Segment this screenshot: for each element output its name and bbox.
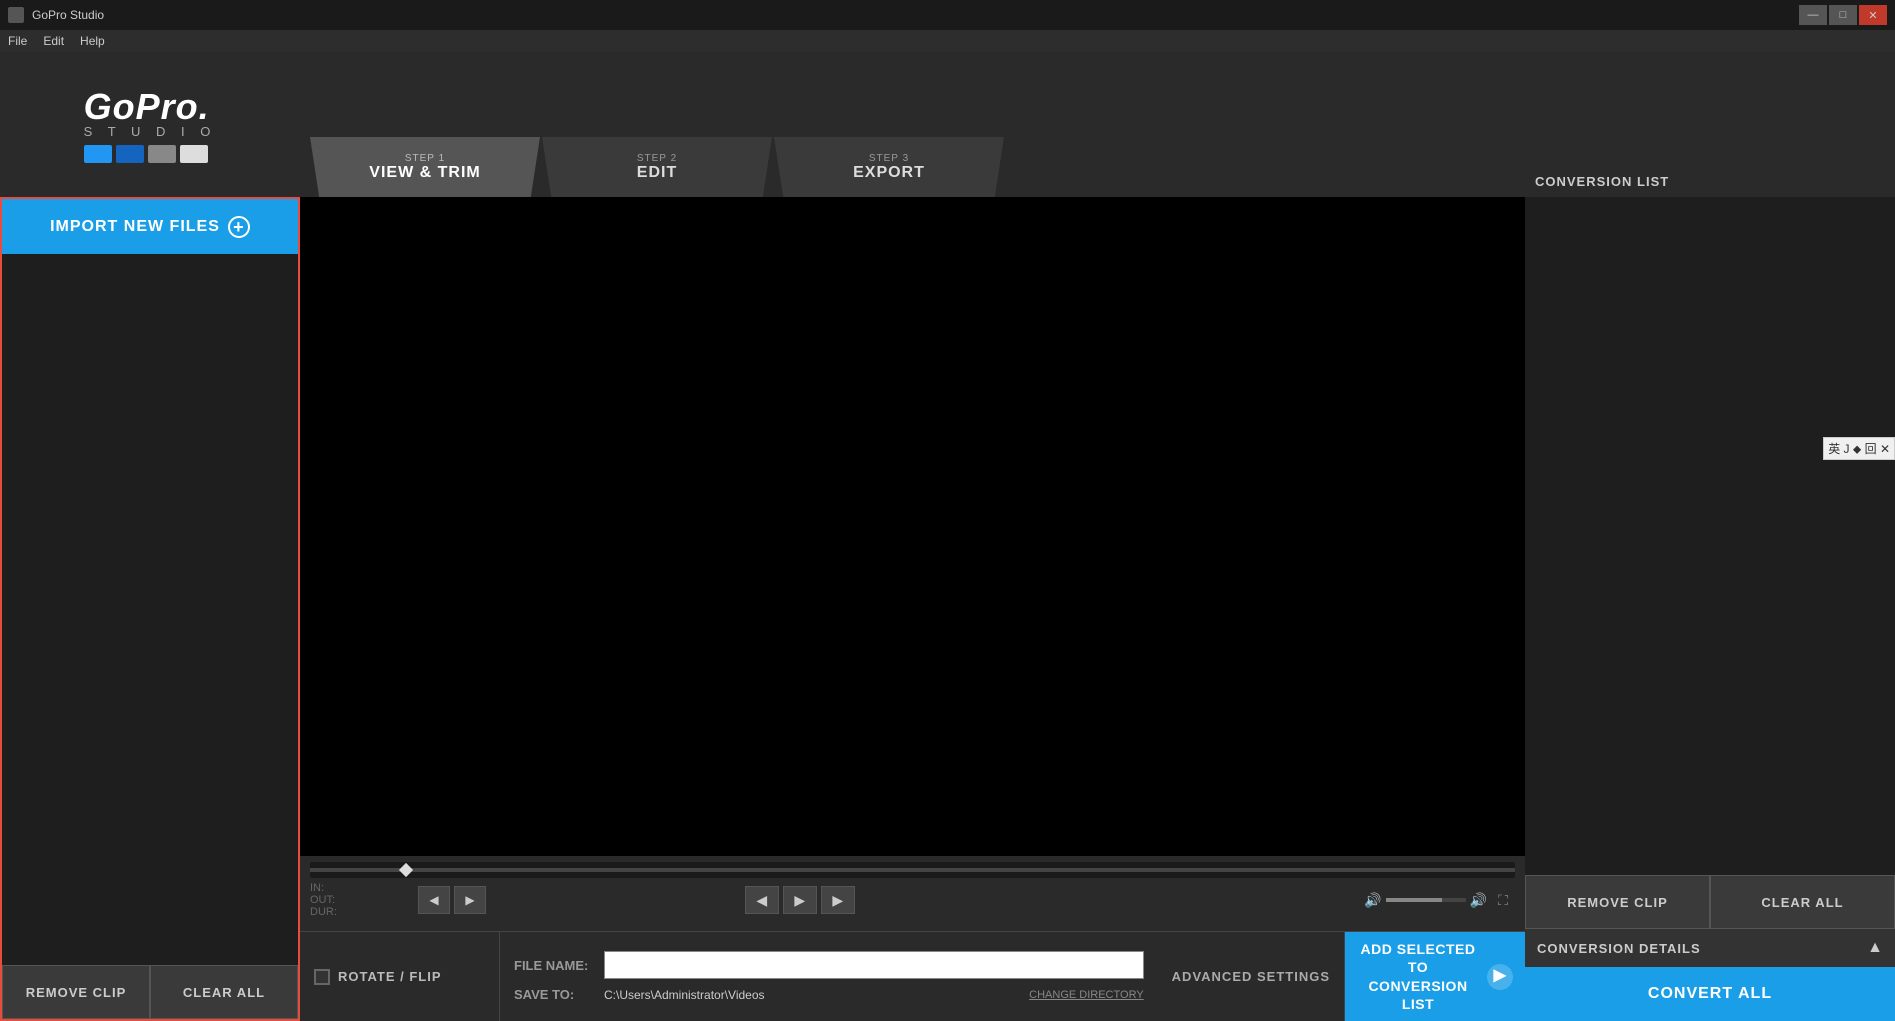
studio-text: S T U D I O bbox=[84, 124, 217, 139]
step3-label: STEP 3 bbox=[869, 153, 909, 164]
ime-toolbar-content: 英 J ⬥ 回 ✕ bbox=[1828, 442, 1890, 456]
play-backward-button[interactable]: ◀ bbox=[745, 886, 779, 914]
main-area: IN: OUT: DUR: ◀ bbox=[300, 197, 1525, 1021]
time-info: IN: OUT: DUR: bbox=[310, 882, 390, 918]
save-to-row: SAVE TO: C:\Users\Administrator\Videos C… bbox=[514, 987, 1144, 1002]
in-label: IN: bbox=[310, 882, 324, 894]
left-sidebar: IMPORT NEW FILES + REMOVE CLIP CLEAR ALL bbox=[0, 197, 300, 1021]
gopro-logo: GoPro. S T U D I O bbox=[84, 86, 217, 163]
timeline[interactable] bbox=[310, 862, 1515, 878]
save-to-label: SAVE TO: bbox=[514, 987, 594, 1002]
step1-tab[interactable]: STEP 1 VIEW & TRIM bbox=[310, 137, 540, 197]
logo-blocks bbox=[84, 145, 208, 163]
logo-area: GoPro. S T U D I O bbox=[0, 52, 300, 197]
mark-in-button[interactable]: ◀ bbox=[418, 886, 450, 914]
volume-icon: 🔊 bbox=[1364, 892, 1381, 909]
menu-bar: File Edit Help bbox=[0, 30, 1895, 52]
minimize-button[interactable]: — bbox=[1799, 5, 1827, 25]
sidebar-clear-all-button[interactable]: CLEAR ALL bbox=[150, 965, 298, 1019]
change-directory-button[interactable]: CHANGE DIRECTORY bbox=[1029, 989, 1144, 1001]
app-container: GoPro. S T U D I O STEP 1 VIEW & TRIM ST… bbox=[0, 52, 1895, 1021]
right-panel-remove-clip-button[interactable]: REMOVE CLIP bbox=[1525, 875, 1710, 929]
logo-block-3 bbox=[148, 145, 176, 163]
controls-row: IN: OUT: DUR: ◀ bbox=[310, 882, 1515, 918]
play-forward-button[interactable]: ▶ bbox=[821, 886, 855, 914]
conversion-list-area: 英 J ⬥ 回 ✕ bbox=[1525, 197, 1895, 875]
logo-block-2 bbox=[116, 145, 144, 163]
step3-tab[interactable]: STEP 3 EXPORT bbox=[774, 137, 1004, 197]
import-label: IMPORT NEW FILES bbox=[50, 218, 220, 236]
add-to-conversion-list-button[interactable]: ADD SELECTED TOCONVERSION LIST ▶ bbox=[1345, 932, 1525, 1021]
rotate-flip-label[interactable]: ROTATE / FLIP bbox=[338, 969, 442, 984]
gopro-brand-name: GoPro. bbox=[84, 86, 210, 128]
import-plus-icon: + bbox=[228, 216, 250, 238]
file-list[interactable] bbox=[2, 254, 298, 965]
video-controls: IN: OUT: DUR: ◀ bbox=[300, 856, 1525, 931]
maximize-button[interactable]: □ bbox=[1829, 5, 1857, 25]
file-info-area: FILE NAME: SAVE TO: C:\Users\Administrat… bbox=[500, 932, 1158, 1021]
step3-name: EXPORT bbox=[853, 164, 925, 182]
step1-label: STEP 1 bbox=[405, 153, 445, 164]
video-player[interactable] bbox=[300, 197, 1525, 856]
add-arrow-icon: ▶ bbox=[1487, 964, 1513, 990]
logo-block-4 bbox=[180, 145, 208, 163]
menu-help[interactable]: Help bbox=[80, 34, 105, 48]
right-panel-bottom-buttons: REMOVE CLIP CLEAR ALL bbox=[1525, 875, 1895, 929]
right-panel-header: CONVERSION LIST bbox=[1525, 52, 1895, 197]
content-area: IMPORT NEW FILES + REMOVE CLIP CLEAR ALL bbox=[0, 197, 1895, 1021]
close-button[interactable]: ✕ bbox=[1859, 5, 1887, 25]
volume-fill bbox=[1386, 898, 1442, 902]
window-controls: — □ ✕ bbox=[1799, 5, 1887, 25]
app-icon bbox=[8, 7, 24, 23]
playback-buttons: ◀ ▶ ▶ bbox=[745, 886, 855, 914]
timeline-track bbox=[310, 868, 1515, 872]
advanced-settings-button[interactable]: ADVANCED SETTINGS bbox=[1158, 932, 1345, 1021]
timeline-playhead bbox=[399, 863, 413, 877]
out-label: OUT: bbox=[310, 894, 335, 906]
step2-label: STEP 2 bbox=[637, 153, 677, 164]
sidebar-remove-clip-button[interactable]: REMOVE CLIP bbox=[2, 965, 150, 1019]
transport-buttons: ◀ ▶ bbox=[418, 886, 486, 914]
app-title: GoPro Studio bbox=[32, 8, 1791, 22]
step2-tab[interactable]: STEP 2 EDIT bbox=[542, 137, 772, 197]
right-panel-clear-all-button[interactable]: CLEAR ALL bbox=[1710, 875, 1895, 929]
floating-ime-toolbar: 英 J ⬥ 回 ✕ bbox=[1823, 437, 1895, 460]
title-bar: GoPro Studio — □ ✕ bbox=[0, 0, 1895, 30]
import-new-files-button[interactable]: IMPORT NEW FILES + bbox=[2, 199, 298, 254]
sidebar-bottom-buttons: REMOVE CLIP CLEAR ALL bbox=[2, 965, 298, 1019]
right-panel: 英 J ⬥ 回 ✕ REMOVE CLIP CLEAR ALL CONVERSI… bbox=[1525, 197, 1895, 1021]
volume-area: 🔊 🔊 ⛶ bbox=[1364, 888, 1515, 912]
play-button[interactable]: ▶ bbox=[783, 886, 817, 914]
collapse-icon: ▲ bbox=[1867, 939, 1883, 957]
top-area: GoPro. S T U D I O STEP 1 VIEW & TRIM ST… bbox=[0, 52, 1895, 197]
step1-name: VIEW & TRIM bbox=[369, 164, 480, 182]
rotate-flip-checkbox[interactable] bbox=[314, 969, 330, 985]
save-to-path: C:\Users\Administrator\Videos bbox=[604, 988, 765, 1002]
convert-all-button[interactable]: CONVERT ALL bbox=[1525, 967, 1895, 1021]
menu-file[interactable]: File bbox=[8, 34, 27, 48]
file-name-row: FILE NAME: bbox=[514, 951, 1144, 979]
conversion-details-label: CONVERSION DETAILS bbox=[1537, 941, 1701, 956]
logo-block-1 bbox=[84, 145, 112, 163]
file-name-input[interactable] bbox=[604, 951, 1144, 979]
conversion-list-title: CONVERSION LIST bbox=[1535, 174, 1669, 189]
file-name-label: FILE NAME: bbox=[514, 958, 594, 973]
volume-slider[interactable] bbox=[1386, 898, 1466, 902]
rotate-flip-area: ROTATE / FLIP bbox=[300, 932, 500, 1021]
conversion-details-bar[interactable]: CONVERSION DETAILS ▲ bbox=[1525, 929, 1895, 967]
mark-out-button[interactable]: ▶ bbox=[454, 886, 486, 914]
steps-area: STEP 1 VIEW & TRIM STEP 2 EDIT STEP 3 EX… bbox=[300, 52, 1525, 197]
menu-edit[interactable]: Edit bbox=[43, 34, 64, 48]
dur-label: DUR: bbox=[310, 906, 337, 918]
add-to-list-label: ADD SELECTED TOCONVERSION LIST bbox=[1357, 940, 1479, 1013]
volume-max-icon: 🔊 bbox=[1470, 892, 1487, 909]
bottom-controls: ROTATE / FLIP FILE NAME: SAVE TO: C:\Use… bbox=[300, 931, 1525, 1021]
fullscreen-button[interactable]: ⛶ bbox=[1491, 888, 1515, 912]
step2-name: EDIT bbox=[637, 164, 677, 182]
